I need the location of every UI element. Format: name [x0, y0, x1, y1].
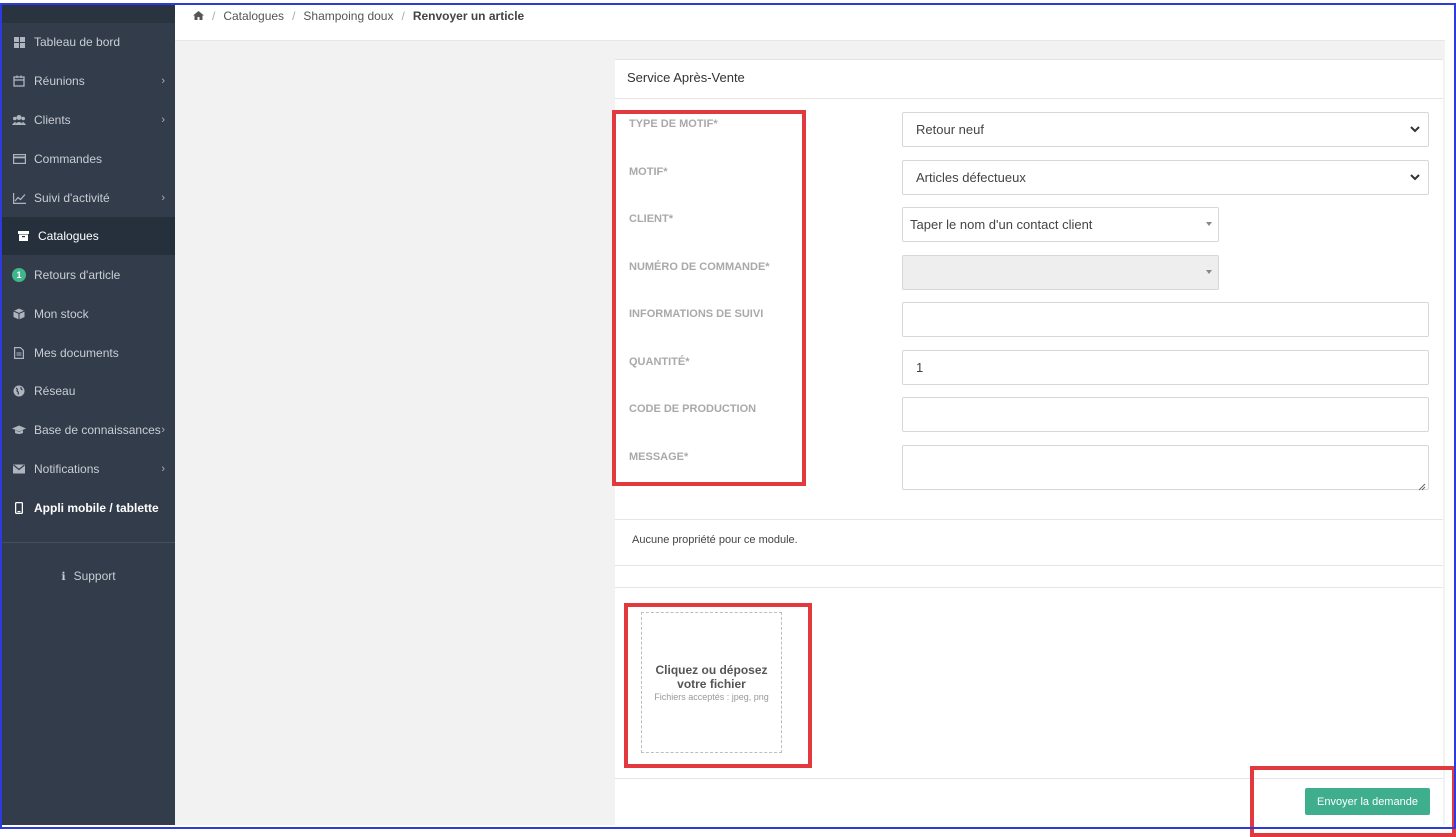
motif-value: Articles défectueux: [916, 170, 1026, 185]
users-icon: [12, 113, 26, 127]
submit-request-button[interactable]: Envoyer la demande: [1305, 788, 1430, 815]
chevron-right-icon: ›: [161, 424, 165, 436]
breadcrumb-separator: /: [401, 9, 405, 23]
motif-type-value: Retour neuf: [916, 122, 984, 137]
quantity-input[interactable]: 1: [902, 350, 1429, 385]
motif-select[interactable]: Articles défectueux: [902, 160, 1429, 195]
sidebar-item-network[interactable]: Réseau: [2, 372, 175, 410]
breadcrumb-current: Renvoyer un article: [412, 9, 525, 23]
client-label: CLIENT*: [629, 213, 673, 225]
breadcrumb-separator: /: [292, 9, 296, 23]
production-code-input[interactable]: [902, 397, 1429, 432]
breadcrumb-item-catalogues[interactable]: Catalogues: [223, 9, 284, 23]
breadcrumb-item-product[interactable]: Shampoing doux: [303, 9, 393, 23]
breadcrumb-separator: /: [212, 9, 216, 23]
chevron-down-icon: [1408, 122, 1422, 136]
envelope-icon: [12, 462, 26, 476]
document-icon: [12, 346, 26, 360]
chevron-right-icon: ›: [161, 75, 165, 87]
panel-divider: [615, 519, 1443, 520]
sidebar-item-label: Tableau de bord: [34, 35, 121, 49]
sidebar-item-catalogues[interactable]: Catalogues: [2, 217, 175, 255]
panel-divider: [615, 98, 1443, 99]
order-number-select[interactable]: [902, 255, 1219, 290]
tracking-input[interactable]: [902, 302, 1429, 337]
sidebar-item-label: Appli mobile / tablette: [34, 501, 159, 515]
sidebar-item-dashboard[interactable]: Tableau de bord: [2, 23, 175, 61]
line-chart-icon: [12, 191, 26, 205]
credit-card-icon: [12, 152, 26, 166]
sidebar-item-label: Retours d'article: [34, 268, 121, 282]
motif-label: MOTIF*: [629, 166, 668, 178]
sidebar-item-label: Base de connaissances: [34, 423, 161, 437]
sidebar-item-documents[interactable]: Mes documents: [2, 334, 175, 372]
panel-divider: [615, 587, 1443, 588]
sidebar-item-label: Suivi d'activité: [34, 191, 110, 205]
graduation-cap-icon: [12, 423, 26, 437]
chevron-right-icon: ›: [161, 463, 165, 475]
support-label: Support: [73, 569, 116, 583]
sidebar-item-mobile-app[interactable]: Appli mobile / tablette: [2, 489, 175, 527]
sidebar-item-label: Clients: [34, 113, 71, 127]
caret-down-icon: [1206, 222, 1212, 226]
sidebar-item-label: Notifications: [34, 462, 100, 476]
order-number-label: NUMÉRO DE COMMANDE*: [629, 261, 770, 273]
sidebar-item-meetings[interactable]: Réunions ›: [2, 62, 175, 100]
caret-down-icon: [1206, 270, 1212, 274]
quantity-label: QUANTITÉ*: [629, 356, 690, 368]
calendar-icon: [12, 74, 26, 88]
support-link[interactable]: ℹ Support: [2, 565, 175, 587]
sidebar: Tableau de bord Réunions › Clients › Com…: [2, 5, 175, 825]
file-dropzone[interactable]: Cliquez ou déposez votre fichier Fichier…: [641, 612, 782, 753]
after-sales-panel: Service Après-Vente TYPE DE MOTIF* MOTIF…: [615, 59, 1443, 825]
archive-icon: [16, 229, 30, 243]
sidebar-item-clients[interactable]: Clients ›: [2, 101, 175, 139]
sidebar-item-label: Mes documents: [34, 346, 119, 360]
sidebar-item-returns[interactable]: 1 Retours d'article: [2, 256, 175, 294]
panel-title: Service Après-Vente: [627, 70, 745, 85]
message-textarea[interactable]: [902, 445, 1429, 491]
dashboard-icon: [12, 35, 26, 49]
sidebar-divider: [2, 542, 175, 543]
globe-icon: [12, 384, 26, 398]
client-placeholder: Taper le nom d'un contact client: [910, 217, 1093, 232]
sidebar-item-label: Réunions: [34, 74, 85, 88]
quantity-value: 1: [916, 360, 924, 375]
motif-type-label: TYPE DE MOTIF*: [629, 118, 718, 130]
info-icon: ℹ: [61, 570, 66, 583]
sidebar-item-stock[interactable]: Mon stock: [2, 295, 175, 333]
chevron-right-icon: ›: [161, 114, 165, 126]
sidebar-item-label: Réseau: [34, 384, 76, 398]
production-code-label: CODE DE PRODUCTION: [629, 403, 757, 415]
chevron-down-icon: [1408, 170, 1422, 184]
sidebar-item-label: Commandes: [34, 152, 103, 166]
motif-type-select[interactable]: Retour neuf: [902, 112, 1429, 147]
tracking-label: INFORMATIONS DE SUIVI: [629, 308, 764, 320]
sidebar-item-activity[interactable]: Suivi d'activité ›: [2, 179, 175, 217]
returns-badge: 1: [12, 268, 26, 282]
count-badge: 1: [12, 268, 26, 282]
resize-grip-icon[interactable]: [1418, 479, 1426, 491]
home-icon[interactable]: [193, 11, 204, 20]
mobile-icon: [12, 501, 26, 515]
breadcrumb: / Catalogues / Shampoing doux / Renvoyer…: [175, 5, 1445, 41]
message-label: MESSAGE*: [629, 451, 689, 463]
sidebar-top-strip: [2, 5, 175, 23]
dropzone-title: Cliquez ou déposez votre fichier: [655, 662, 768, 691]
sidebar-item-orders[interactable]: Commandes: [2, 140, 175, 178]
sidebar-item-label: Catalogues: [38, 229, 99, 243]
no-properties-text: Aucune propriété pour ce module.: [632, 534, 798, 546]
sidebar-item-notifications[interactable]: Notifications ›: [2, 450, 175, 488]
client-search-select[interactable]: Taper le nom d'un contact client: [902, 207, 1219, 242]
dropzone-subtitle: Fichiers acceptés : jpeg, png: [654, 691, 769, 702]
panel-divider: [615, 778, 1443, 779]
chevron-right-icon: ›: [161, 192, 165, 204]
cube-icon: [12, 307, 26, 321]
sidebar-item-knowledge-base[interactable]: Base de connaissances ›: [2, 411, 175, 449]
sidebar-item-label: Mon stock: [34, 307, 89, 321]
panel-divider: [615, 565, 1443, 566]
